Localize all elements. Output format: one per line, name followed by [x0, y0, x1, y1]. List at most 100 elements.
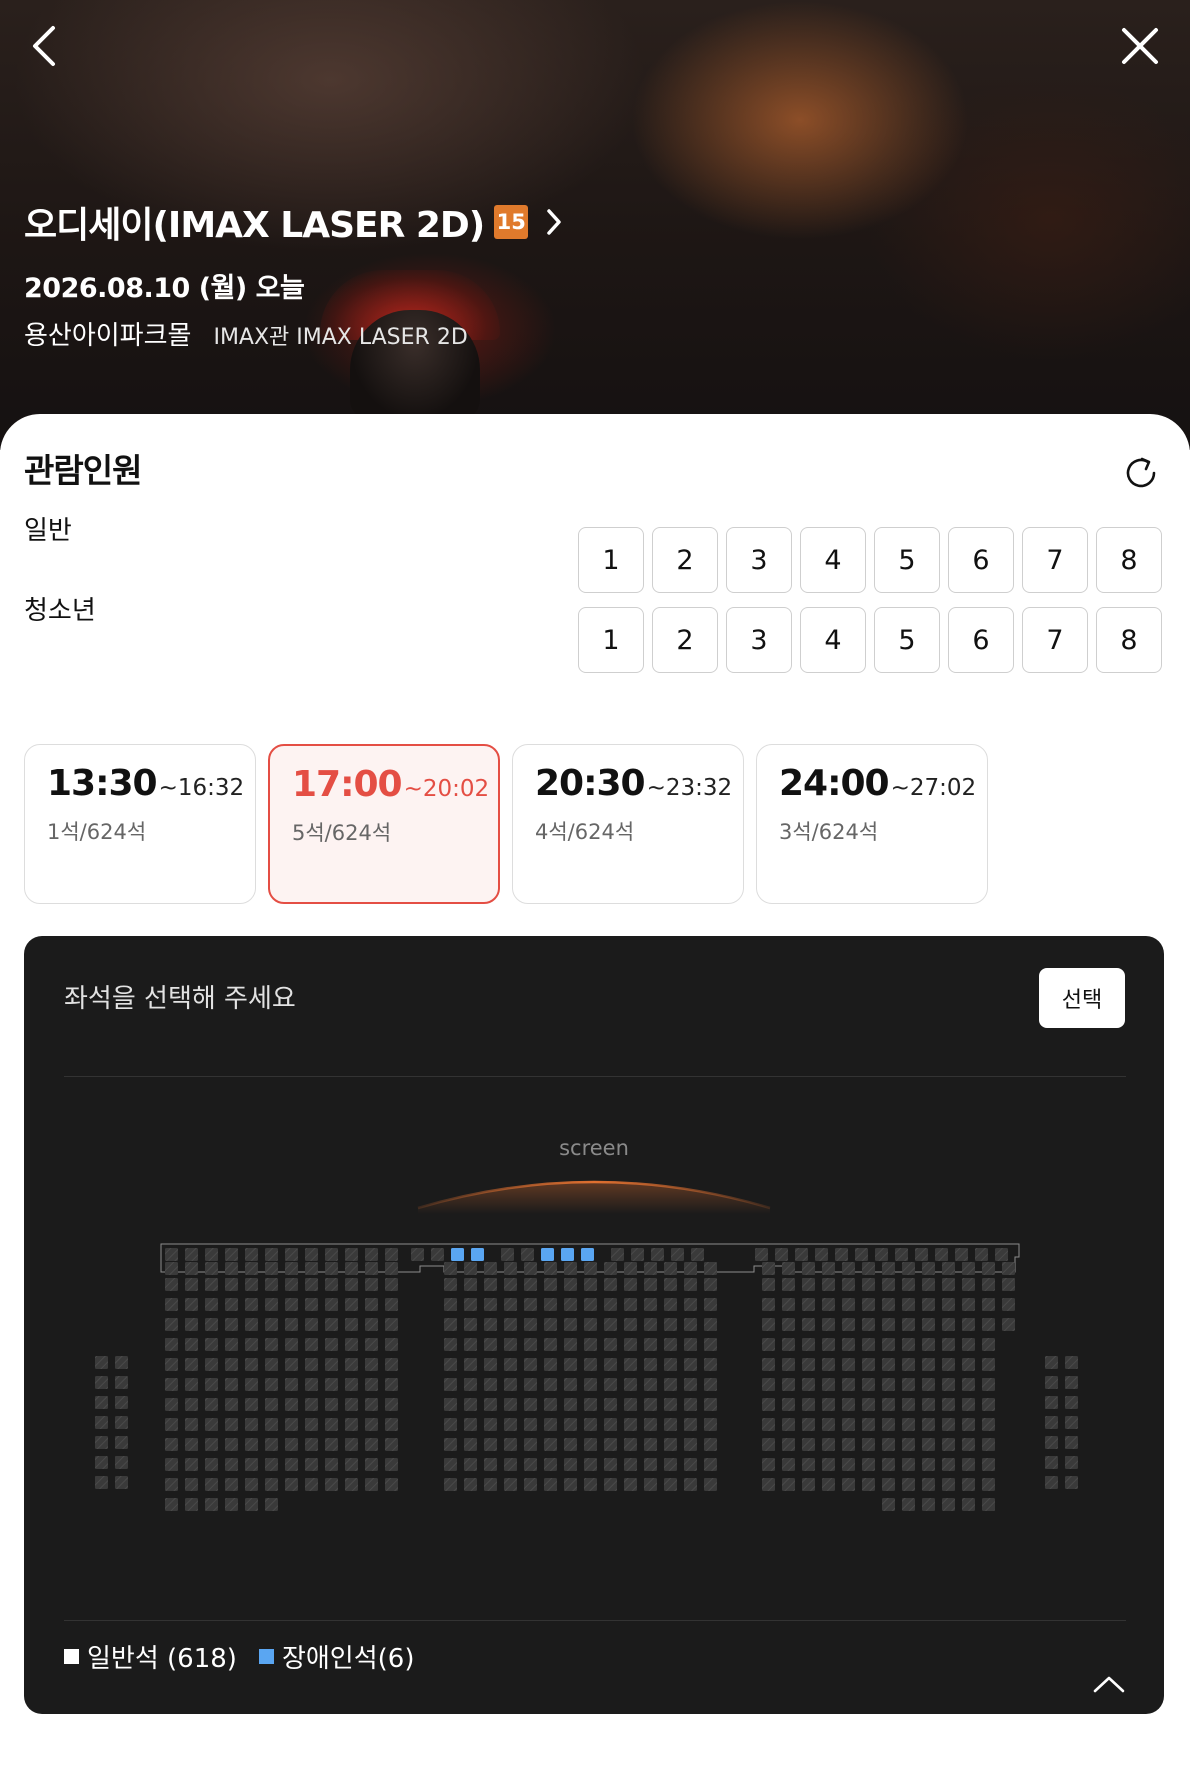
seat-unavailable	[962, 1318, 975, 1331]
youth-count-3[interactable]: 3	[726, 607, 792, 673]
seat-unavailable	[444, 1478, 457, 1491]
seat-unavailable	[624, 1458, 637, 1471]
youth-count-6[interactable]: 6	[948, 607, 1014, 673]
youth-count-7[interactable]: 7	[1022, 607, 1088, 673]
seat-unavailable	[684, 1458, 697, 1471]
seat-unavailable	[305, 1398, 318, 1411]
seat-unavailable	[185, 1458, 198, 1471]
youth-count-8[interactable]: 8	[1096, 607, 1162, 673]
movie-title-link[interactable]: 오디세이(IMAX LASER 2D) 15	[24, 196, 564, 248]
seat-unavailable	[205, 1478, 218, 1491]
general-count-1[interactable]: 1	[578, 527, 644, 593]
seat-unavailable	[484, 1338, 497, 1351]
seat-unavailable	[524, 1478, 537, 1491]
seat-unavailable	[982, 1298, 995, 1311]
seat-unavailable	[185, 1438, 198, 1451]
seat-unavailable	[684, 1262, 697, 1275]
seat-unavailable	[225, 1478, 238, 1491]
collapse-button[interactable]	[1084, 1664, 1134, 1704]
showtime-end: ~27:02	[890, 775, 977, 801]
showtime-seats: 3석/624석	[779, 820, 879, 844]
seat-available[interactable]	[451, 1248, 464, 1261]
youth-count-2[interactable]: 2	[652, 607, 718, 673]
seat-unavailable	[704, 1358, 717, 1371]
general-count-7[interactable]: 7	[1022, 527, 1088, 593]
seat-unavailable	[444, 1318, 457, 1331]
seat-unavailable	[185, 1262, 198, 1275]
showtime-card[interactable]: 20:30 ~23:32 4석/624석	[512, 744, 744, 904]
seat-unavailable	[762, 1478, 775, 1491]
age-rating-badge: 15	[494, 205, 529, 239]
seat-available[interactable]	[561, 1248, 574, 1261]
seat-unavailable	[325, 1398, 338, 1411]
seat-unavailable	[444, 1358, 457, 1371]
seat-unavailable	[664, 1318, 677, 1331]
seat-unavailable	[544, 1438, 557, 1451]
seat-unavailable	[464, 1298, 477, 1311]
seat-unavailable	[862, 1338, 875, 1351]
seat-unavailable	[835, 1248, 848, 1261]
showtime-card-selected[interactable]: 17:00 ~20:02 5석/624석	[268, 744, 500, 904]
seat-unavailable	[624, 1418, 637, 1431]
seat-unavailable	[902, 1358, 915, 1371]
seat-unavailable	[115, 1456, 128, 1469]
close-button[interactable]	[1110, 16, 1170, 76]
seat-available[interactable]	[581, 1248, 594, 1261]
showtime-card[interactable]: 13:30 ~16:32 1석/624석	[24, 744, 256, 904]
seat-available[interactable]	[541, 1248, 554, 1261]
seat-unavailable	[584, 1398, 597, 1411]
seat-available[interactable]	[471, 1248, 484, 1261]
seat-unavailable	[484, 1418, 497, 1431]
seat-unavailable	[245, 1498, 258, 1511]
seat-unavailable	[822, 1378, 835, 1391]
seat-unavailable	[504, 1378, 517, 1391]
youth-count-5[interactable]: 5	[874, 607, 940, 673]
seat-unavailable	[982, 1398, 995, 1411]
legend-general-swatch	[64, 1649, 79, 1664]
showtime-end: ~16:32	[158, 775, 245, 801]
seat-unavailable	[444, 1378, 457, 1391]
seat-unavailable	[504, 1262, 517, 1275]
showtime-card[interactable]: 24:00 ~27:02 3석/624석	[756, 744, 988, 904]
general-count-2[interactable]: 2	[652, 527, 718, 593]
general-count-4[interactable]: 4	[800, 527, 866, 593]
general-count-8[interactable]: 8	[1096, 527, 1162, 593]
seat-map-panel: 좌석을 선택해 주세요 선택 screen 일반석 (618) 장애인석(6)	[24, 936, 1164, 1714]
general-count-5[interactable]: 5	[874, 527, 940, 593]
seat-unavailable	[1045, 1376, 1058, 1389]
youth-count-4[interactable]: 4	[800, 607, 866, 673]
youth-count-1[interactable]: 1	[578, 607, 644, 673]
seat-unavailable	[942, 1278, 955, 1291]
seat-unavailable	[365, 1298, 378, 1311]
refresh-button[interactable]	[1116, 448, 1166, 498]
seat-unavailable	[1045, 1436, 1058, 1449]
seat-unavailable	[962, 1278, 975, 1291]
seat-unavailable	[704, 1338, 717, 1351]
seat-unavailable	[1045, 1476, 1058, 1489]
seat-unavailable	[544, 1418, 557, 1431]
seat-unavailable	[664, 1338, 677, 1351]
seat-unavailable	[704, 1458, 717, 1471]
seat-unavailable	[225, 1278, 238, 1291]
seat-unavailable	[564, 1278, 577, 1291]
seat-unavailable	[962, 1478, 975, 1491]
back-button[interactable]	[14, 16, 74, 76]
seat-unavailable	[1045, 1416, 1058, 1429]
seat-unavailable	[982, 1478, 995, 1491]
seat-unavailable	[624, 1398, 637, 1411]
seat-unavailable	[444, 1458, 457, 1471]
seat-unavailable	[411, 1248, 424, 1261]
seat-unavailable	[305, 1278, 318, 1291]
seat-unavailable	[484, 1398, 497, 1411]
seat-unavailable	[385, 1438, 398, 1451]
seat-unavailable	[95, 1356, 108, 1369]
seat-unavailable	[345, 1398, 358, 1411]
seat-unavailable	[185, 1478, 198, 1491]
seat-unavailable	[875, 1248, 888, 1261]
seat-unavailable	[1002, 1262, 1015, 1275]
seat-unavailable	[782, 1458, 795, 1471]
general-count-3[interactable]: 3	[726, 527, 792, 593]
seat-unavailable	[225, 1398, 238, 1411]
general-count-6[interactable]: 6	[948, 527, 1014, 593]
seat-unavailable	[285, 1378, 298, 1391]
